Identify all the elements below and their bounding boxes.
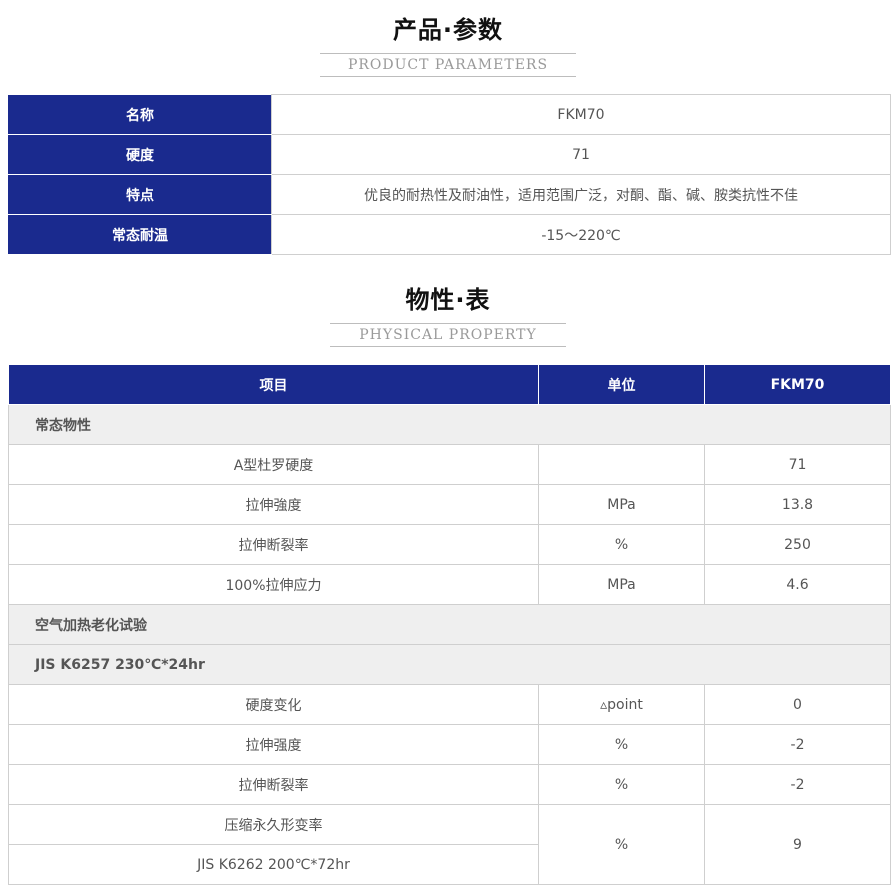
unit-cell: % bbox=[538, 524, 705, 565]
param-label: 特点 bbox=[8, 174, 272, 215]
unit-cell: % bbox=[538, 804, 705, 885]
property-header-row: 项目 单位 FKM70 bbox=[8, 364, 891, 405]
unit-cell: MPa bbox=[538, 564, 705, 605]
value-cell: -2 bbox=[704, 724, 891, 765]
item-cell: 拉伸強度 bbox=[8, 484, 539, 525]
property-title: 物性·表 bbox=[405, 286, 491, 314]
param-label: 硬度 bbox=[8, 134, 272, 175]
property-subtitle: PHYSICAL PROPERTY bbox=[330, 323, 566, 347]
params-heading: 产品·参数 PRODUCT PARAMETERS bbox=[0, 15, 896, 77]
table-row: 压缩永久形变率 % 9 bbox=[8, 804, 891, 885]
table-row: 拉伸断裂率 % 250 bbox=[8, 524, 891, 565]
param-row-hardness: 硬度 71 bbox=[8, 134, 891, 175]
group-row: 常态物性 bbox=[8, 404, 891, 445]
value-cell: 71 bbox=[704, 444, 891, 485]
value-cell: 9 bbox=[704, 804, 891, 885]
table-row: A型杜罗硬度 71 bbox=[8, 444, 891, 485]
property-table: 项目 单位 FKM70 常态物性 A型杜罗硬度 71 拉伸強度 MPa 13.8… bbox=[8, 364, 891, 885]
property-heading: 物性·表 PHYSICAL PROPERTY bbox=[0, 285, 896, 347]
params-title: 产品·参数 bbox=[392, 16, 504, 44]
value-cell: 4.6 bbox=[704, 564, 891, 605]
item-cell: 拉伸断裂率 bbox=[8, 764, 539, 805]
param-row-name: 名称 FKM70 bbox=[8, 94, 891, 135]
param-row-features: 特点 优良的耐热性及耐油性，适用范围广泛，对酮、酯、碱、胺类抗性不佳 bbox=[8, 174, 891, 215]
param-value: -15～220℃ bbox=[271, 214, 891, 255]
header-value: FKM70 bbox=[704, 364, 891, 405]
value-cell: 250 bbox=[704, 524, 891, 565]
param-label: 名称 bbox=[8, 94, 272, 135]
table-row: 100%拉伸应力 MPa 4.6 bbox=[8, 564, 891, 605]
unit-cell: ▵point bbox=[538, 684, 705, 725]
param-value: 优良的耐热性及耐油性，适用范围广泛，对酮、酯、碱、胺类抗性不佳 bbox=[271, 174, 891, 215]
group-label-normal: 常态物性 bbox=[8, 404, 891, 445]
group-label-aging: 空气加热老化试验 bbox=[8, 604, 891, 645]
header-item: 项目 bbox=[8, 364, 539, 405]
value-cell: 0 bbox=[704, 684, 891, 725]
value-cell: 13.8 bbox=[704, 484, 891, 525]
condition-cell: JIS K6262 200℃*72hr bbox=[8, 844, 539, 885]
param-row-temperature: 常态耐温 -15～220℃ bbox=[8, 214, 891, 255]
item-cell: 拉伸断裂率 bbox=[8, 524, 539, 565]
unit-cell bbox=[538, 444, 705, 485]
param-value: 71 bbox=[271, 134, 891, 175]
param-value: FKM70 bbox=[271, 94, 891, 135]
group-row: JIS K6257 230℃*24hr bbox=[8, 644, 891, 685]
item-cell: 硬度变化 bbox=[8, 684, 539, 725]
group-label-condition: JIS K6257 230℃*24hr bbox=[8, 644, 891, 685]
table-row: 硬度变化 ▵point 0 bbox=[8, 684, 891, 725]
value-cell: -2 bbox=[704, 764, 891, 805]
group-row: 空气加热老化试验 bbox=[8, 604, 891, 645]
table-row: 拉伸强度 % -2 bbox=[8, 724, 891, 765]
param-label: 常态耐温 bbox=[8, 214, 272, 255]
unit-cell: MPa bbox=[538, 484, 705, 525]
item-cell: 压缩永久形变率 bbox=[8, 804, 539, 845]
item-cell: 100%拉伸应力 bbox=[8, 564, 539, 605]
params-table: 名称 FKM70 硬度 71 特点 优良的耐热性及耐油性，适用范围广泛，对酮、酯… bbox=[8, 94, 891, 255]
item-cell: A型杜罗硬度 bbox=[8, 444, 539, 485]
table-row: 拉伸強度 MPa 13.8 bbox=[8, 484, 891, 525]
item-cell: 拉伸强度 bbox=[8, 724, 539, 765]
unit-cell: % bbox=[538, 764, 705, 805]
header-unit: 单位 bbox=[538, 364, 705, 405]
unit-cell: % bbox=[538, 724, 705, 765]
table-row: 拉伸断裂率 % -2 bbox=[8, 764, 891, 805]
params-subtitle: PRODUCT PARAMETERS bbox=[320, 53, 576, 77]
